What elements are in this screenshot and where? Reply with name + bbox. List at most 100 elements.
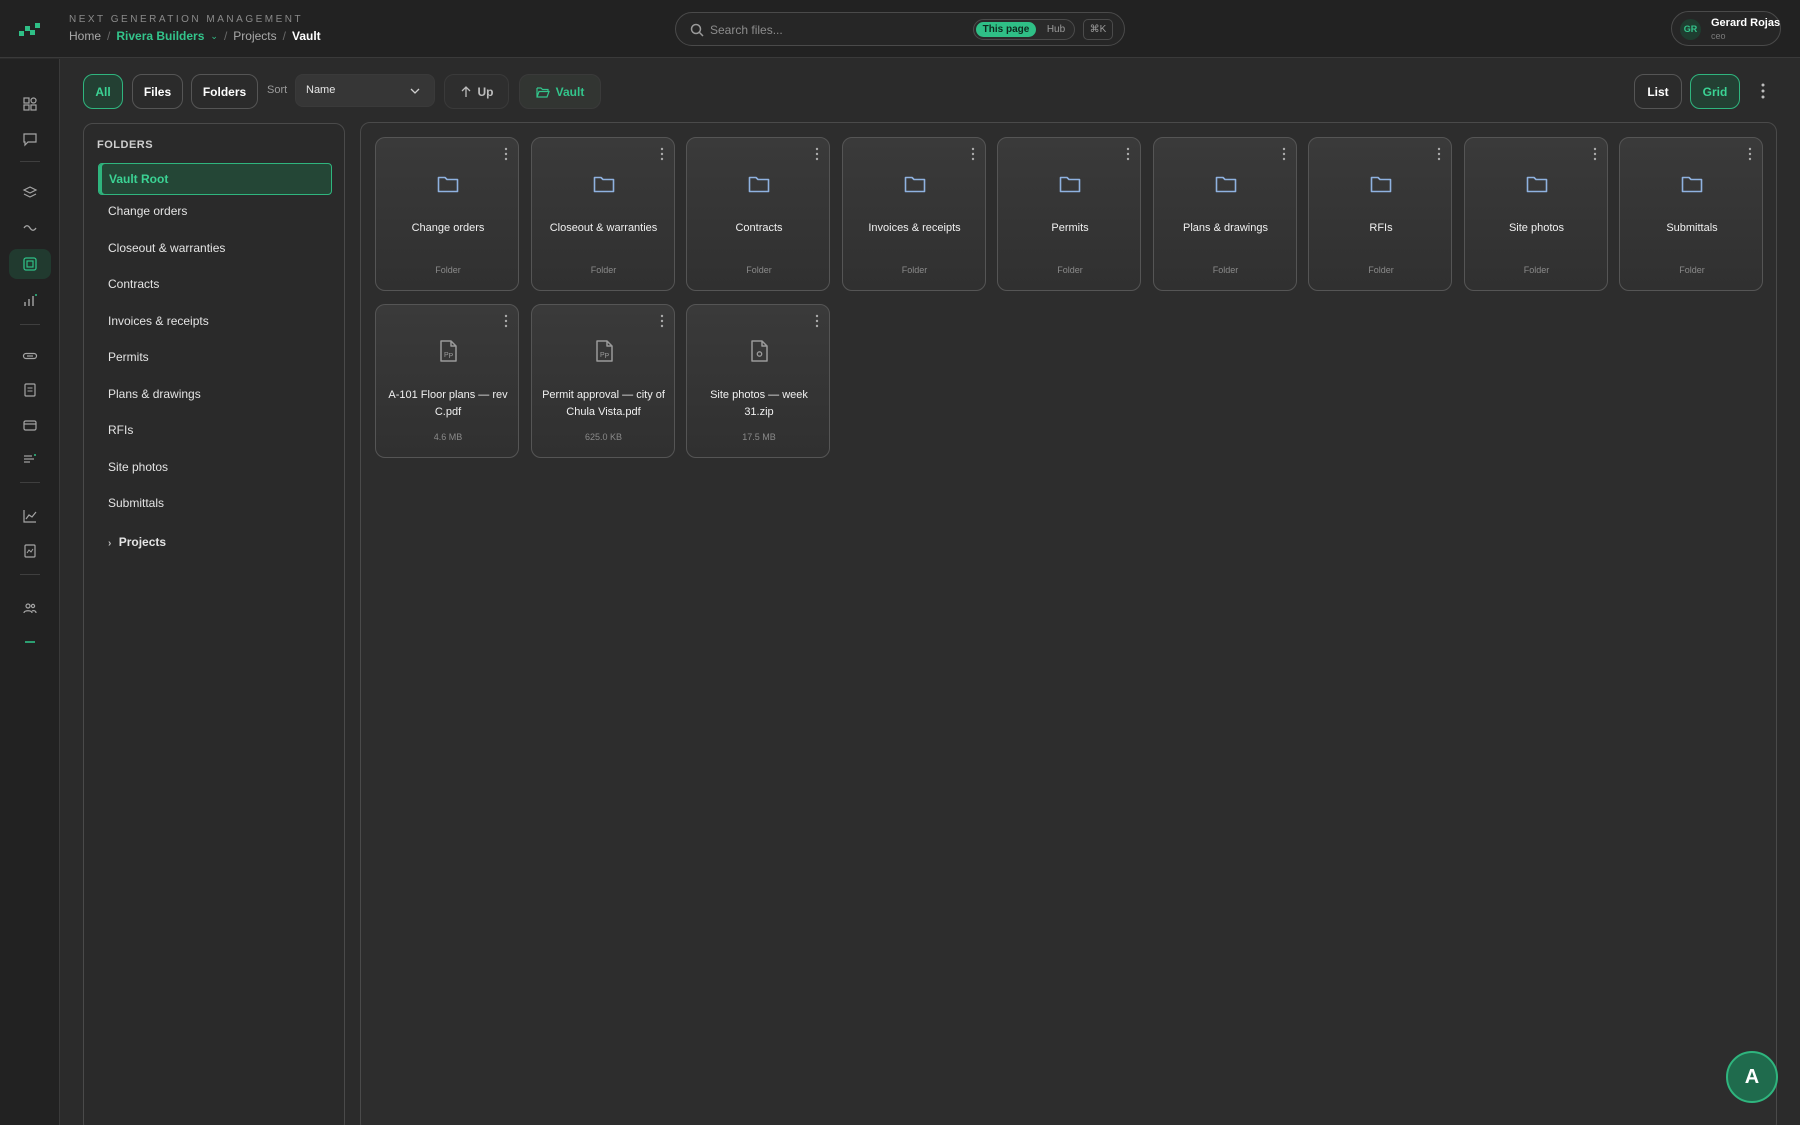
- card-name: Permits: [1051, 222, 1089, 234]
- card-meta: 625.0 KB: [584, 432, 623, 442]
- folder-open-icon: [536, 86, 550, 98]
- card-menu-icon[interactable]: [815, 147, 819, 161]
- tree-item-contracts[interactable]: Contracts: [98, 268, 332, 300]
- card-name: Site photos: [1508, 222, 1565, 234]
- minus-icon[interactable]: [20, 632, 40, 652]
- vault-icon[interactable]: [20, 254, 40, 274]
- folder-card[interactable]: Submittals Folder: [1619, 137, 1763, 291]
- breadcrumb-home[interactable]: Home: [69, 29, 101, 43]
- scope-hub[interactable]: Hub: [1038, 22, 1074, 37]
- search-input[interactable]: [710, 20, 960, 40]
- card-menu-icon[interactable]: [1126, 147, 1130, 161]
- folder-card[interactable]: Contracts Folder: [686, 137, 830, 291]
- folder-card[interactable]: Closeout & warranties Folder: [530, 137, 675, 291]
- list-icon[interactable]: [20, 449, 40, 469]
- folder-card[interactable]: RFIs Folder: [1308, 137, 1452, 291]
- folder-card[interactable]: Permits Folder: [997, 137, 1141, 291]
- card-name: Plans & drawings: [1183, 222, 1268, 234]
- user-menu[interactable]: GR Gerard Rojas ceo: [1671, 11, 1781, 46]
- folder-card[interactable]: Change orders Folder: [375, 137, 519, 291]
- chevron-down-icon: [410, 88, 420, 94]
- tree-item-plans[interactable]: Plans & drawings: [98, 378, 332, 410]
- breadcrumb-projects[interactable]: Projects: [233, 29, 276, 43]
- card-menu-icon[interactable]: [504, 147, 508, 161]
- chat-icon[interactable]: [20, 129, 40, 149]
- tree-item-change-orders[interactable]: Change orders: [98, 195, 332, 227]
- tree-item-permits[interactable]: Permits: [98, 341, 332, 373]
- dashboard-icon[interactable]: [20, 94, 40, 114]
- card-menu-icon[interactable]: [1282, 147, 1286, 161]
- brand-logo-icon[interactable]: [18, 18, 42, 40]
- vault-root-button[interactable]: Vault: [519, 74, 601, 109]
- sort-value: Name: [306, 84, 336, 96]
- tree-item-invoices[interactable]: Invoices & receipts: [98, 305, 332, 337]
- card-menu-icon[interactable]: [660, 147, 664, 161]
- folder-card[interactable]: Plans & drawings Folder: [1152, 137, 1297, 291]
- search-scope-toggle[interactable]: This page Hub: [973, 19, 1075, 40]
- sort-select[interactable]: Name: [295, 74, 435, 107]
- tree-item-closeout[interactable]: Closeout & warranties: [98, 232, 332, 264]
- card-menu-icon[interactable]: [1748, 147, 1752, 161]
- card-name: Permit approval — city of Chula Vista.pd…: [542, 389, 665, 418]
- svg-text:P: P: [604, 353, 609, 360]
- search-bar[interactable]: This page Hub ⌘K: [675, 12, 1125, 46]
- filter-folders-button[interactable]: Folders: [191, 74, 258, 109]
- card-menu-icon[interactable]: [1437, 147, 1441, 161]
- card-menu-icon[interactable]: [504, 314, 508, 328]
- breadcrumb-separator: /: [223, 29, 228, 43]
- card-menu-icon[interactable]: [660, 314, 664, 328]
- search-icon: [690, 23, 704, 37]
- more-options-icon[interactable]: [1761, 83, 1765, 99]
- file-card[interactable]: Site photos — week 31.zip 17.5 MB: [686, 304, 830, 458]
- rail-divider: [20, 574, 40, 575]
- file-card[interactable]: P P A-101 Floor plans — rev C.pdf 4.6 MB: [375, 304, 519, 458]
- tree-item-rfis[interactable]: RFIs: [98, 414, 332, 446]
- brand-block: NEXT GENERATION MANAGEMENT Home / Rivera…: [69, 14, 321, 43]
- tree-item-submittals[interactable]: Submittals: [98, 487, 332, 519]
- filter-all-button[interactable]: All: [83, 74, 123, 109]
- trend-icon[interactable]: [20, 217, 40, 237]
- folder-icon: [1214, 172, 1238, 196]
- breadcrumb: Home / Rivera Builders ⌄ / Projects / Va…: [69, 29, 321, 43]
- card-meta: 4.6 MB: [433, 432, 463, 442]
- report-icon[interactable]: [20, 541, 40, 561]
- card-menu-icon[interactable]: [1593, 147, 1597, 161]
- team-icon[interactable]: [20, 598, 40, 618]
- pdf-file-icon: PP: [436, 339, 460, 363]
- breadcrumb-separator: /: [282, 29, 286, 43]
- card-menu-icon[interactable]: [971, 147, 975, 161]
- chevron-down-icon[interactable]: ⌄: [210, 31, 218, 42]
- card-name: Contracts: [735, 222, 783, 234]
- tree-item-vault-root[interactable]: Vault Root: [98, 163, 332, 195]
- file-card[interactable]: P P Permit approval — city of Chula Vista.…: [530, 304, 675, 458]
- card-meta: Folder: [1212, 265, 1239, 275]
- folder-icon: [1525, 172, 1549, 196]
- chevron-right-icon: ›: [108, 538, 112, 549]
- link-icon[interactable]: [20, 346, 40, 366]
- card-icon[interactable]: [20, 415, 40, 435]
- view-grid-button[interactable]: Grid: [1690, 74, 1740, 109]
- app-subtitle: NEXT GENERATION MANAGEMENT: [69, 14, 304, 25]
- scope-this-page[interactable]: This page: [976, 22, 1036, 37]
- up-button[interactable]: Up: [444, 74, 509, 109]
- folder-icon: [903, 172, 927, 196]
- tree-item-projects[interactable]: › Projects: [98, 526, 332, 558]
- arrow-up-icon: [461, 85, 470, 97]
- folder-card[interactable]: Site photos Folder: [1463, 137, 1608, 291]
- card-name: A-101 Floor plans — rev C.pdf: [388, 389, 508, 418]
- view-list-button[interactable]: List: [1634, 74, 1682, 109]
- card-menu-icon[interactable]: [815, 314, 819, 328]
- filter-files-button[interactable]: Files: [132, 74, 183, 109]
- tree-item-site-photos[interactable]: Site photos: [98, 451, 332, 483]
- folder-card[interactable]: Invoices & receipts Folder: [841, 137, 986, 291]
- folder-icon: [592, 172, 616, 196]
- card-name: Site photos — week 31.zip: [710, 389, 808, 418]
- top-bar: NEXT GENERATION MANAGEMENT Home / Rivera…: [0, 0, 1800, 58]
- line-chart-icon[interactable]: [20, 506, 40, 526]
- breadcrumb-company[interactable]: Rivera Builders: [116, 29, 204, 43]
- document-icon[interactable]: [20, 380, 40, 400]
- layers-icon[interactable]: [20, 183, 40, 203]
- assistant-button[interactable]: A: [1726, 1051, 1778, 1103]
- bar-chart-icon[interactable]: [20, 290, 40, 310]
- folder-icon: [747, 172, 771, 196]
